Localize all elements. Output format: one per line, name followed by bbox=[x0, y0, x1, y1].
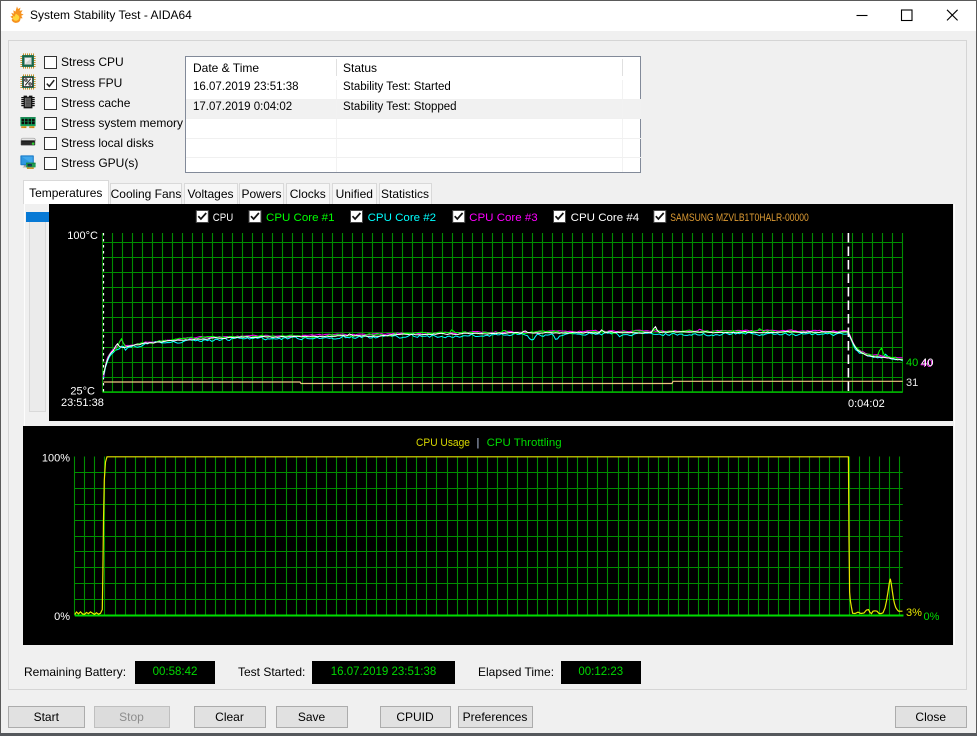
svg-text:CPU Core #2: CPU Core #2 bbox=[368, 212, 437, 224]
svg-text:0%: 0% bbox=[54, 611, 70, 623]
svg-text:CPU Throttling: CPU Throttling bbox=[487, 437, 562, 449]
svg-text:23:51:38: 23:51:38 bbox=[61, 397, 104, 409]
svg-text:CPU: CPU bbox=[213, 212, 234, 224]
svg-text:31: 31 bbox=[906, 377, 918, 389]
svg-text:100%: 100% bbox=[42, 453, 70, 465]
svg-text:CPU Core #3: CPU Core #3 bbox=[469, 212, 538, 224]
svg-text:|: | bbox=[477, 437, 480, 449]
svg-text:40: 40 bbox=[906, 357, 918, 369]
svg-text:100°C: 100°C bbox=[67, 230, 98, 242]
svg-text:25°C: 25°C bbox=[70, 386, 95, 398]
svg-text:0:04:02: 0:04:02 bbox=[848, 398, 885, 410]
svg-text:0%: 0% bbox=[924, 611, 940, 623]
svg-text:CPU Usage: CPU Usage bbox=[416, 437, 470, 449]
svg-text:40: 40 bbox=[921, 357, 933, 369]
svg-text:3%: 3% bbox=[906, 607, 922, 619]
svg-text:CPU Core #1: CPU Core #1 bbox=[266, 212, 335, 224]
svg-text:SAMSUNG MZVLB1T0HALR-00000: SAMSUNG MZVLB1T0HALR-00000 bbox=[670, 212, 809, 224]
svg-text:CPU Core #4: CPU Core #4 bbox=[571, 212, 640, 224]
